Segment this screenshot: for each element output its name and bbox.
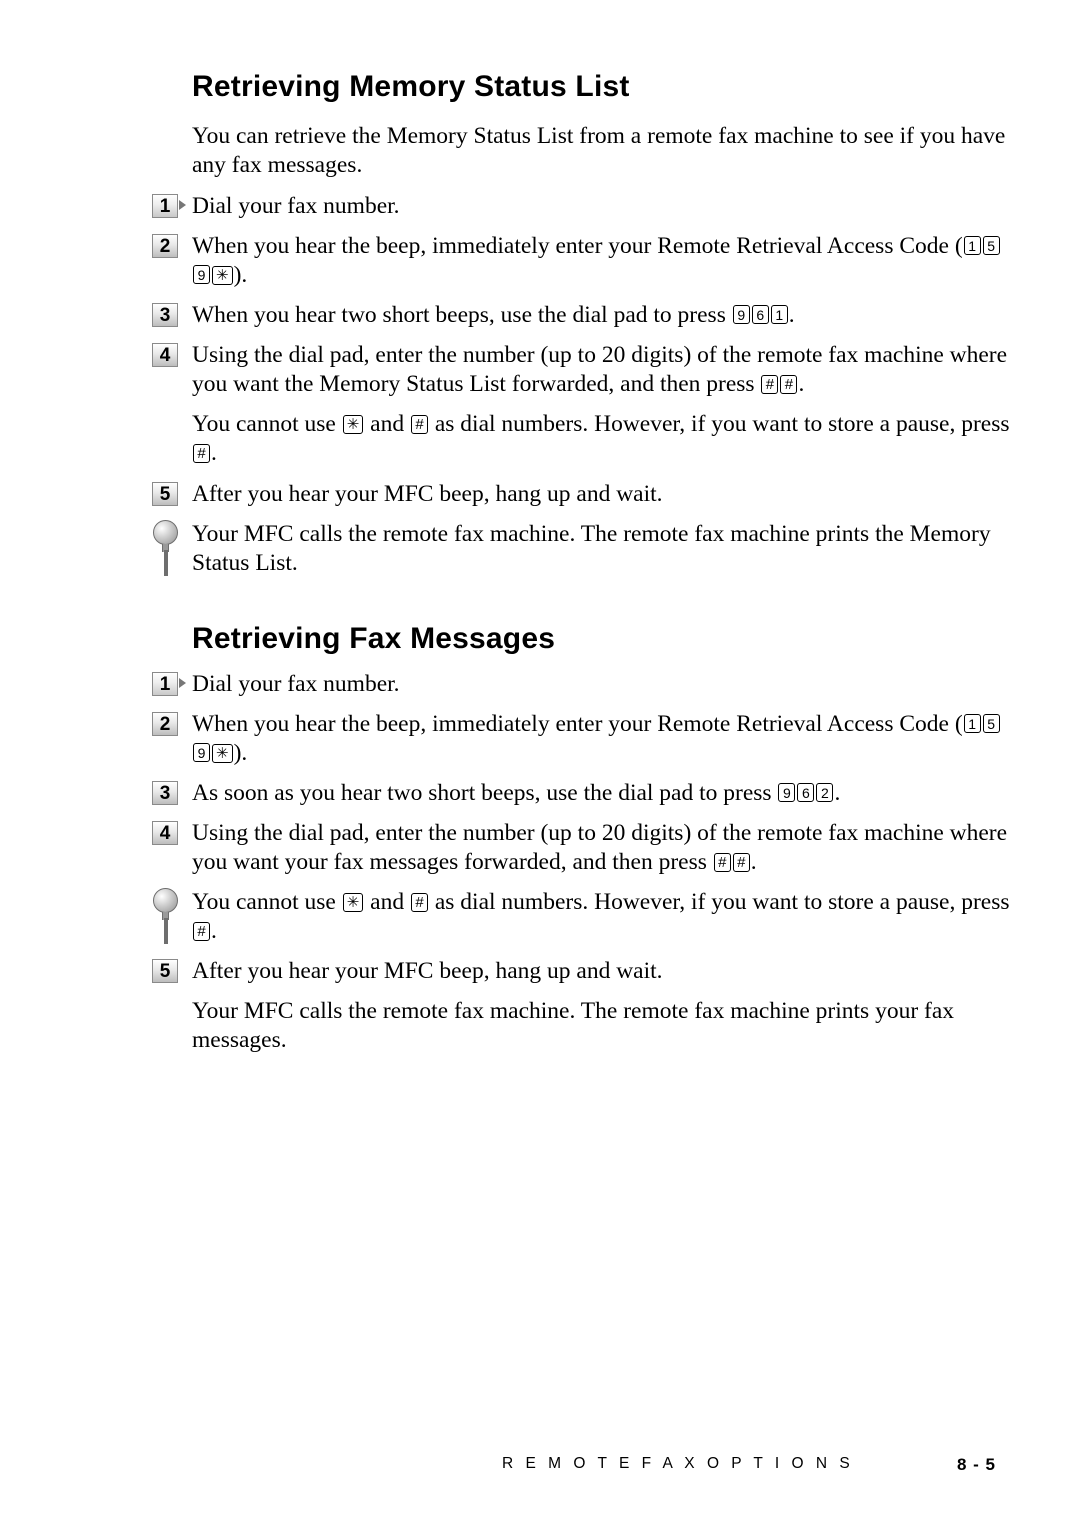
keypad-key-hash-icon: # <box>193 922 210 941</box>
note-text-part2: and <box>364 889 410 915</box>
step-item: 3 As soon as you hear two short beeps, u… <box>152 779 1012 808</box>
keypad-key-6-icon: 6 <box>797 783 815 802</box>
step-number: 3 <box>152 303 178 327</box>
inline-note-paragraph: You cannot use ✳ and # as dial numbers. … <box>192 410 1012 468</box>
step-text-after: . <box>798 371 805 397</box>
step-text: Using the dial pad, enter the number (up… <box>192 820 1008 875</box>
lightbulb-icon <box>152 520 182 578</box>
step-item: 4 Using the dial pad, enter the number (… <box>152 341 1012 399</box>
step-text: Dial your fax number. <box>192 671 400 697</box>
step-arrow-icon <box>179 200 186 210</box>
keypad-key-hash-icon: # <box>761 375 779 394</box>
keypad-key-star-icon: ✳ <box>342 893 364 912</box>
step-item: 1 Dial your fax number. <box>152 192 1012 221</box>
keypad-key-hash-icon: # <box>713 853 731 872</box>
step-text: Dial your fax number. <box>192 193 400 219</box>
keypad-key-hash-icon: # <box>410 415 428 434</box>
section-title-memory-status-list: Retrieving Memory Status List <box>192 70 630 103</box>
step-item: 2 When you hear the beep, immediately en… <box>152 232 1012 290</box>
step-text-after: . <box>750 849 757 875</box>
note-text-part4: . <box>211 440 217 466</box>
keypad-key-1-icon: 1 <box>963 236 981 255</box>
step-item: 3 When you hear two short beeps, use the… <box>152 301 1012 330</box>
keypad-key-2-icon: 2 <box>816 783 834 802</box>
step-text: After you hear your MFC beep, hang up an… <box>192 958 663 984</box>
step-item: 2 When you hear the beep, immediately en… <box>152 710 1012 768</box>
keypad-key-hash-icon: # <box>410 893 428 912</box>
footer-page-number: 8 - 5 <box>956 1455 996 1474</box>
bulb-note: You cannot use ✳ and # as dial numbers. … <box>152 888 1012 946</box>
step-number: 5 <box>152 482 178 506</box>
footer-chapter-label: R E M O T E F A X O P T I O N S <box>502 1455 854 1472</box>
step-number: 1 <box>152 672 178 696</box>
keypad-key-9-icon: 9 <box>778 783 796 802</box>
step-text: When you hear the beep, immediately ente… <box>192 233 963 259</box>
section-title-fax-messages: Retrieving Fax Messages <box>192 622 556 655</box>
step-text-after: ). <box>233 740 248 766</box>
step-number: 3 <box>152 781 178 805</box>
note-text-part1: You cannot use <box>192 889 342 915</box>
keypad-key-9-icon: 9 <box>193 265 210 284</box>
step-item: 1 Dial your fax number. <box>152 670 1012 699</box>
keypad-key-9-icon: 9 <box>732 305 750 324</box>
document-page: Retrieving Memory Status List You can re… <box>0 0 1080 1529</box>
note-text-part3: as dial numbers. However, if you want to… <box>428 889 1010 915</box>
keypad-key-star-icon: ✳ <box>212 266 233 285</box>
step-item: 5 After you hear your MFC beep, hang up … <box>152 480 1012 509</box>
step-number: 5 <box>152 959 178 983</box>
step-text: After you hear your MFC beep, hang up an… <box>192 481 663 507</box>
step-text: When you hear two short beeps, use the d… <box>192 302 732 328</box>
step-text: When you hear the beep, immediately ente… <box>192 711 963 737</box>
step-number: 4 <box>152 821 178 845</box>
step-text-after: . <box>834 780 841 806</box>
keypad-key-6-icon: 6 <box>751 305 769 324</box>
step-number: 2 <box>152 234 178 258</box>
note-text-part4: . <box>211 918 217 944</box>
step-text: As soon as you hear two short beeps, use… <box>192 780 778 806</box>
section-intro-paragraph: You can retrieve the Memory Status List … <box>192 123 1006 178</box>
keypad-key-5-icon: 5 <box>982 236 1000 255</box>
step-item: 5 After you hear your MFC beep, hang up … <box>152 957 1012 986</box>
step-text-after: ). <box>233 262 248 288</box>
keypad-key-hash-icon: # <box>732 853 750 872</box>
keypad-key-1-icon: 1 <box>770 305 788 324</box>
step-number: 4 <box>152 343 178 367</box>
step-number: 2 <box>152 712 178 736</box>
keypad-key-hash-icon: # <box>780 375 798 394</box>
closing-paragraph: Your MFC calls the remote fax machine. T… <box>192 998 955 1053</box>
step-number: 1 <box>152 194 178 218</box>
keypad-key-5-icon: 5 <box>982 714 1000 733</box>
keypad-key-1-icon: 1 <box>963 714 981 733</box>
lightbulb-icon <box>152 888 182 946</box>
bulb-note: Your MFC calls the remote fax machine. T… <box>152 520 1012 578</box>
page-content: Retrieving Memory Status List You can re… <box>152 70 1012 1067</box>
step-text-after: . <box>788 302 795 328</box>
keypad-key-star-icon: ✳ <box>342 415 364 434</box>
step-text: Using the dial pad, enter the number (up… <box>192 342 1008 397</box>
step-item: 4 Using the dial pad, enter the number (… <box>152 819 1012 877</box>
note-text-part1: You cannot use <box>192 411 342 437</box>
step-arrow-icon <box>179 678 186 688</box>
note-text-part3: as dial numbers. However, if you want to… <box>428 411 1010 437</box>
keypad-key-hash-icon: # <box>193 444 210 463</box>
bulb-note-text: Your MFC calls the remote fax machine. T… <box>192 521 991 576</box>
keypad-key-9-icon: 9 <box>193 743 210 762</box>
keypad-key-star-icon: ✳ <box>212 744 233 763</box>
note-text-part2: and <box>364 411 410 437</box>
